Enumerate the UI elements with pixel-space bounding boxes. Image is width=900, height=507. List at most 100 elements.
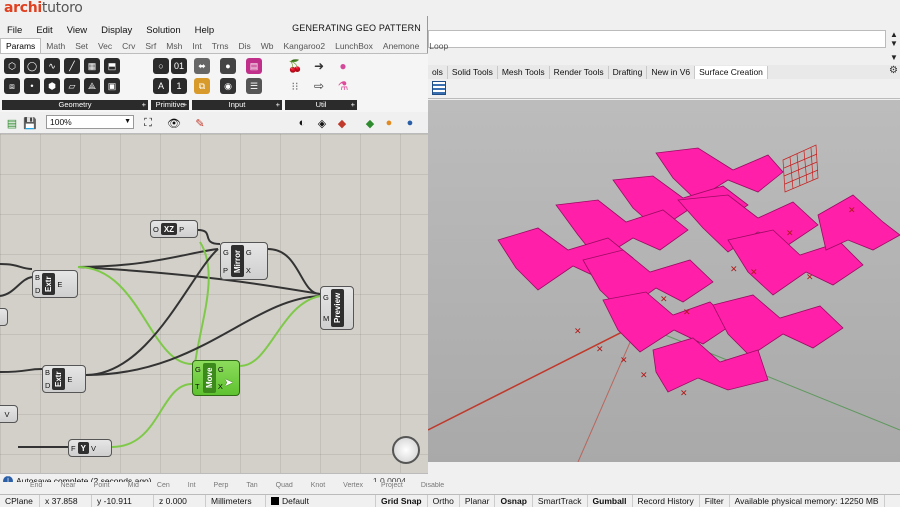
output-port[interactable]: G (218, 365, 224, 374)
circle-param-icon[interactable]: ○ (153, 58, 169, 74)
arrow-right-icon[interactable]: ➜ (311, 58, 327, 74)
tab-math[interactable]: Math (41, 39, 70, 53)
number-param-icon[interactable]: 01 (171, 58, 187, 74)
osnap-quad[interactable]: Quad (276, 482, 293, 489)
panel-icon[interactable]: ☰ (246, 78, 262, 94)
input-port[interactable]: M (323, 314, 329, 323)
open-file-icon[interactable]: ▤ (4, 115, 20, 131)
tab-lunchbox[interactable]: LunchBox (330, 39, 378, 53)
selected-preview-icon[interactable]: ◆ (362, 115, 378, 131)
gear-icon[interactable]: ⚙ (889, 65, 898, 76)
cherry-icon[interactable]: 🍒 (287, 58, 303, 74)
rhino-tab-solid-tools[interactable]: Solid Tools (448, 65, 498, 79)
expand-icon[interactable]: + (183, 100, 187, 110)
input-port[interactable]: D (45, 381, 50, 390)
save-icon[interactable]: 💾 (22, 115, 38, 131)
output-port[interactable]: G (246, 248, 252, 257)
dots-icon[interactable]: ⁝⁝ (287, 78, 303, 94)
tab-kangaroo2[interactable]: Kangaroo2 (279, 39, 331, 53)
rhino-tab-surface-creation[interactable]: Surface Creation (695, 65, 768, 79)
input-port[interactable]: G (323, 293, 329, 302)
osnap-near[interactable]: Near (60, 482, 75, 489)
sphere-icon[interactable]: ● (335, 58, 351, 74)
rhino-tab-mesh-tools[interactable]: Mesh Tools (498, 65, 550, 79)
wireframe-icon[interactable]: ◈ (314, 115, 330, 131)
box-icon[interactable]: ⬡ (4, 58, 20, 74)
scroll-up-icon[interactable]: ▲ (889, 30, 899, 39)
tab-vec[interactable]: Vec (93, 39, 117, 53)
curve-icon[interactable]: ∿ (44, 58, 60, 74)
circle-icon[interactable]: ◯ (24, 58, 40, 74)
menu-file[interactable]: File (0, 25, 29, 36)
input-port[interactable]: O (153, 225, 159, 234)
output-port[interactable]: E (67, 375, 72, 384)
menu-display[interactable]: Display (94, 25, 139, 36)
osnap-perp[interactable]: Perp (214, 482, 229, 489)
input-port[interactable]: P (223, 266, 229, 275)
preview-off-icon[interactable]: ◐ (294, 115, 310, 131)
gh-canvas[interactable]: O XZ P BD Extr E GP Mirror GX GM Preview… (0, 134, 428, 473)
extrude-component-1[interactable]: BD Extr E (32, 270, 78, 298)
cplane-label[interactable]: CPlane (0, 495, 40, 507)
sketch-icon[interactable]: ✎ (192, 115, 208, 131)
shaded-preview-icon[interactable]: ◆ (334, 115, 350, 131)
menu-solution[interactable]: Solution (139, 25, 187, 36)
eye-icon[interactable]: 👁 (166, 115, 182, 131)
surface-icon[interactable]: ⬒ (104, 58, 120, 74)
input-port[interactable]: B (35, 273, 40, 282)
tab-dis[interactable]: Dis (233, 39, 255, 53)
sphere-preview-icon[interactable]: ● (381, 115, 397, 131)
toggle-osnap[interactable]: Osnap (495, 495, 533, 507)
tab-srf[interactable]: Srf (140, 39, 161, 53)
rhino-tab-new-in-v6[interactable]: New in V6 (647, 65, 696, 79)
expand-icon[interactable]: + (276, 100, 280, 110)
point-icon[interactable]: • (24, 78, 40, 94)
extrude-component-2[interactable]: BD Extr E (42, 365, 86, 393)
osnap-int[interactable]: Int (188, 482, 196, 489)
line-icon[interactable]: ╱ (64, 58, 80, 74)
zoom-extents-icon[interactable]: ⛶ (140, 115, 156, 131)
toggle-grid-snap[interactable]: Grid Snap (376, 495, 428, 507)
osnap-cen[interactable]: Cen (157, 482, 170, 489)
tab-params[interactable]: Params (0, 38, 42, 53)
tab-wb[interactable]: Wb (256, 39, 279, 53)
rhino-tab-ols[interactable]: ols (428, 65, 448, 79)
input-port[interactable]: T (195, 382, 201, 391)
osnap-mid[interactable]: Mid (128, 482, 139, 489)
dropdown-icon[interactable]: ▼ (889, 53, 899, 62)
rhino-tab-drafting[interactable]: Drafting (609, 65, 648, 79)
input-port[interactable]: G (223, 248, 229, 257)
unit-y-component[interactable]: F Y V (68, 439, 112, 457)
toggle-smarttrack[interactable]: SmartTrack (533, 495, 588, 507)
tab-trns[interactable]: Trns (207, 39, 234, 53)
input-port[interactable]: D (35, 286, 40, 295)
rhino-command-line[interactable] (428, 30, 886, 48)
expand-icon[interactable]: + (351, 100, 355, 110)
rhino-tab-render-tools[interactable]: Render Tools (550, 65, 609, 79)
osnap-tan[interactable]: Tan (246, 482, 257, 489)
zoom-select[interactable]: 100% ▼ (46, 115, 134, 129)
toggle-gumball[interactable]: Gumball (588, 495, 633, 507)
param-stub[interactable] (0, 308, 8, 326)
expand-icon[interactable]: + (142, 100, 146, 110)
output-port[interactable]: P (179, 225, 184, 234)
integer-param-icon[interactable]: 1 (171, 78, 187, 94)
mesh-icon[interactable]: ⧈ (4, 78, 20, 94)
brep-icon[interactable]: ⬢ (44, 78, 60, 94)
menu-view[interactable]: View (60, 25, 94, 36)
tab-set[interactable]: Set (70, 39, 93, 53)
output-port[interactable]: X (218, 382, 224, 391)
mirror-component[interactable]: GP Mirror GX (220, 242, 268, 280)
rhino-viewport[interactable]: ✕ ✕ ✕ ✕ ✕ ✕ ✕ ✕ ✕ ✕ ✕ ✕ (428, 100, 900, 462)
toggle-icon[interactable]: ● (220, 58, 236, 74)
button-icon[interactable]: ◉ (220, 78, 236, 94)
toggle-filter[interactable]: Filter (700, 495, 730, 507)
relay-arrow-icon[interactable]: ⇨ (311, 78, 327, 94)
output-port[interactable]: E (57, 280, 62, 289)
flask-icon[interactable]: ⚗ (335, 78, 351, 94)
group-icon[interactable]: ▣ (104, 78, 120, 94)
layer-indicator[interactable]: Default (266, 495, 376, 507)
toggle-record-history[interactable]: Record History (633, 495, 700, 507)
osnap-point[interactable]: Point (94, 482, 110, 489)
osnap-disable[interactable]: Disable (421, 482, 444, 489)
